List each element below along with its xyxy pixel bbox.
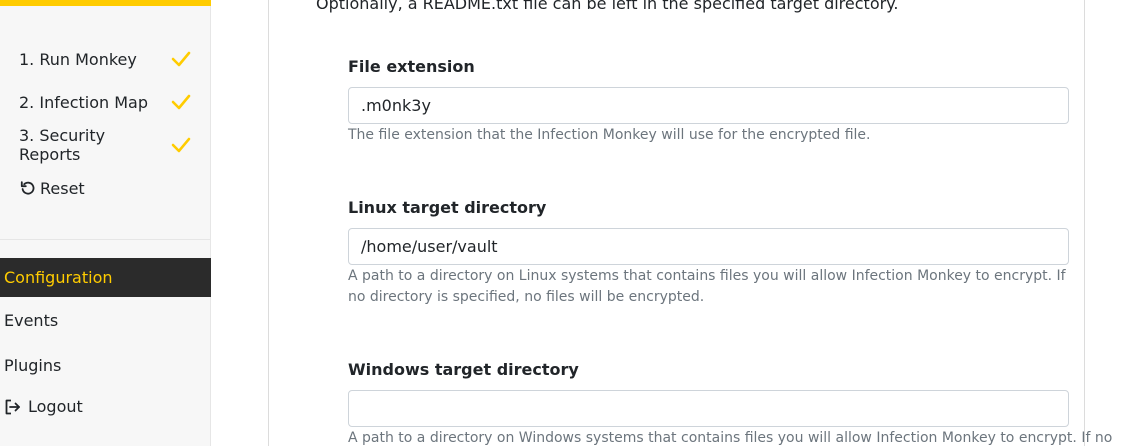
sidebar: 1. Run Monkey 2. Infection Map 3. Securi… — [0, 0, 211, 446]
sidebar-item-label: 2. Infection Map — [19, 92, 148, 112]
linux-target-directory-help: A path to a directory on Linux systems t… — [348, 268, 1066, 305]
sidebar-item-label: Configuration — [4, 268, 113, 287]
file-extension-label: File extension — [348, 57, 475, 76]
logout-icon — [5, 399, 20, 414]
sidebar-item-run-monkey[interactable]: 1. Run Monkey — [19, 46, 199, 72]
reset-label: Reset — [40, 178, 85, 198]
file-extension-help: The file extension that the Infection Mo… — [348, 127, 871, 143]
windows-target-directory-label: Windows target directory — [348, 360, 579, 379]
sidebar-item-label: 3. Security Reports — [19, 126, 106, 164]
intro-text: Optionally, a README.txt file can be lef… — [316, 0, 899, 13]
checkmark-icon — [171, 94, 191, 110]
sidebar-accent-bar — [0, 0, 211, 6]
sidebar-item-events[interactable]: Events — [0, 301, 211, 340]
linux-target-directory-label: Linux target directory — [348, 198, 547, 217]
sidebar-item-plugins[interactable]: Plugins — [0, 346, 211, 385]
sidebar-item-label: Plugins — [4, 356, 62, 375]
reset-icon — [20, 181, 35, 195]
app: 1. Run Monkey 2. Infection Map 3. Securi… — [0, 0, 1130, 446]
reset-button[interactable]: Reset — [20, 176, 85, 200]
sidebar-item-label: Events — [4, 311, 59, 330]
file-extension-input[interactable] — [348, 87, 1069, 124]
logout-button[interactable]: Logout — [0, 387, 211, 426]
sidebar-item-infection-map[interactable]: 2. Infection Map — [19, 89, 199, 115]
checkmark-icon — [171, 137, 191, 153]
windows-target-directory-input[interactable] — [348, 390, 1069, 427]
checkmark-icon — [171, 51, 191, 67]
sidebar-divider — [0, 239, 211, 240]
sidebar-item-configuration[interactable]: Configuration — [0, 258, 211, 297]
sidebar-item-label: 1. Run Monkey — [19, 49, 137, 69]
sidebar-item-label: Logout — [28, 397, 83, 416]
windows-target-directory-help: A path to a directory on Windows systems… — [348, 430, 1113, 446]
linux-target-directory-input[interactable] — [348, 228, 1069, 265]
sidebar-item-security-reports[interactable]: 3. Security Reports — [19, 126, 199, 164]
